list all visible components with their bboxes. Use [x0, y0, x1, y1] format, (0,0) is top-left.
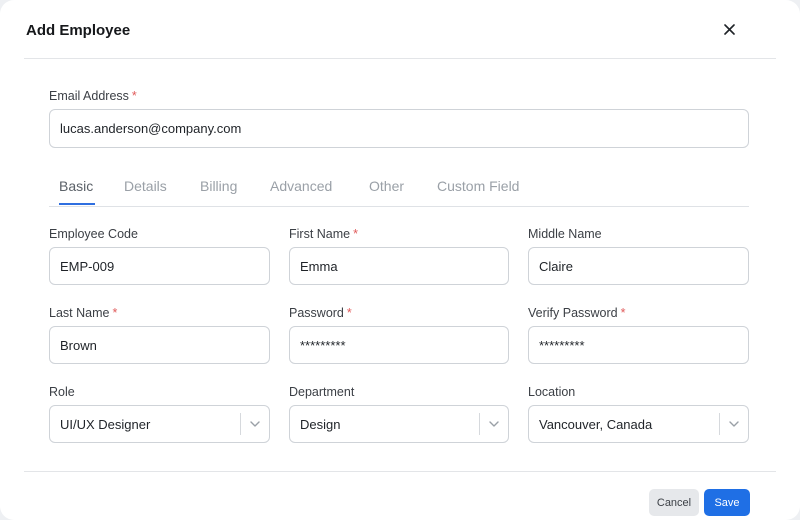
- role-label: Role: [49, 385, 75, 399]
- chevron-down-icon[interactable]: [249, 418, 261, 430]
- department-select[interactable]: Design: [289, 405, 509, 443]
- required-mark: *: [112, 306, 118, 320]
- first-name-field[interactable]: [289, 247, 509, 285]
- cancel-button[interactable]: Cancel: [649, 489, 699, 516]
- location-label-text: Location: [528, 385, 576, 399]
- department-label: Department: [289, 385, 354, 399]
- password-input[interactable]: [300, 337, 498, 353]
- footer-divider: [24, 471, 776, 472]
- middle-name-input[interactable]: [539, 258, 738, 274]
- location-value: Vancouver, Canada: [539, 416, 653, 432]
- password-label: Password *: [289, 306, 352, 320]
- employee-code-input[interactable]: [60, 258, 259, 274]
- password-label-text: Password: [289, 306, 344, 320]
- password-field[interactable]: [289, 326, 509, 364]
- tab-details[interactable]: Details: [124, 178, 167, 194]
- role-value: UI/UX Designer: [60, 416, 151, 432]
- close-icon: [723, 23, 735, 35]
- role-select[interactable]: UI/UX Designer: [49, 405, 270, 443]
- employee-code-label: Employee Code: [49, 227, 138, 241]
- dialog-title: Add Employee: [26, 22, 131, 39]
- last-name-label: Last Name *: [49, 306, 117, 320]
- email-field[interactable]: [49, 109, 749, 148]
- select-divider: [479, 413, 480, 435]
- required-mark: *: [346, 306, 352, 320]
- required-mark: *: [131, 89, 137, 103]
- tab-billing[interactable]: Billing: [200, 178, 237, 194]
- required-mark: *: [353, 227, 358, 241]
- active-tab-indicator: [59, 203, 95, 205]
- department-value: Design: [300, 416, 341, 432]
- location-label: Location: [528, 385, 575, 399]
- role-label-text: Role: [49, 385, 75, 399]
- verify-password-label-text: Verify Password: [528, 306, 618, 320]
- first-name-label: First Name *: [289, 227, 358, 241]
- first-name-input[interactable]: [300, 258, 498, 274]
- last-name-label-text: Last Name: [49, 306, 110, 320]
- location-select[interactable]: Vancouver, Canada: [528, 405, 749, 443]
- tab-bar: Basic Details Billing Advanced Other Cus…: [49, 168, 749, 207]
- last-name-field[interactable]: [49, 326, 270, 364]
- employee-code-field[interactable]: [49, 247, 270, 285]
- save-button[interactable]: Save: [704, 489, 750, 516]
- tab-advanced[interactable]: Advanced: [270, 178, 332, 194]
- chevron-down-icon[interactable]: [488, 418, 500, 430]
- email-label-text: Email Address: [49, 89, 129, 103]
- verify-password-field[interactable]: [528, 326, 749, 364]
- tab-basic[interactable]: Basic: [59, 178, 93, 194]
- close-button[interactable]: [720, 20, 738, 38]
- last-name-input[interactable]: [60, 337, 259, 353]
- verify-password-label: Verify Password *: [528, 306, 626, 320]
- select-divider: [240, 413, 241, 435]
- verify-password-input[interactable]: [539, 337, 738, 353]
- tab-other[interactable]: Other: [369, 178, 404, 194]
- middle-name-label: Middle Name: [528, 227, 602, 241]
- tab-custom-field[interactable]: Custom Field: [437, 178, 519, 194]
- required-mark: *: [620, 306, 626, 320]
- add-employee-dialog: Add Employee Email Address* Basic Detail…: [0, 0, 800, 520]
- middle-name-field[interactable]: [528, 247, 749, 285]
- email-label: Email Address *: [49, 89, 137, 103]
- email-input[interactable]: [60, 121, 738, 136]
- dialog-header: [24, 0, 776, 59]
- middle-name-label-text: Middle Name: [528, 227, 602, 241]
- department-label-text: Department: [289, 385, 355, 399]
- select-divider: [719, 413, 720, 435]
- first-name-label-text: First Name: [289, 227, 351, 241]
- employee-code-label-text: Employee Code: [49, 227, 138, 241]
- chevron-down-icon[interactable]: [728, 418, 740, 430]
